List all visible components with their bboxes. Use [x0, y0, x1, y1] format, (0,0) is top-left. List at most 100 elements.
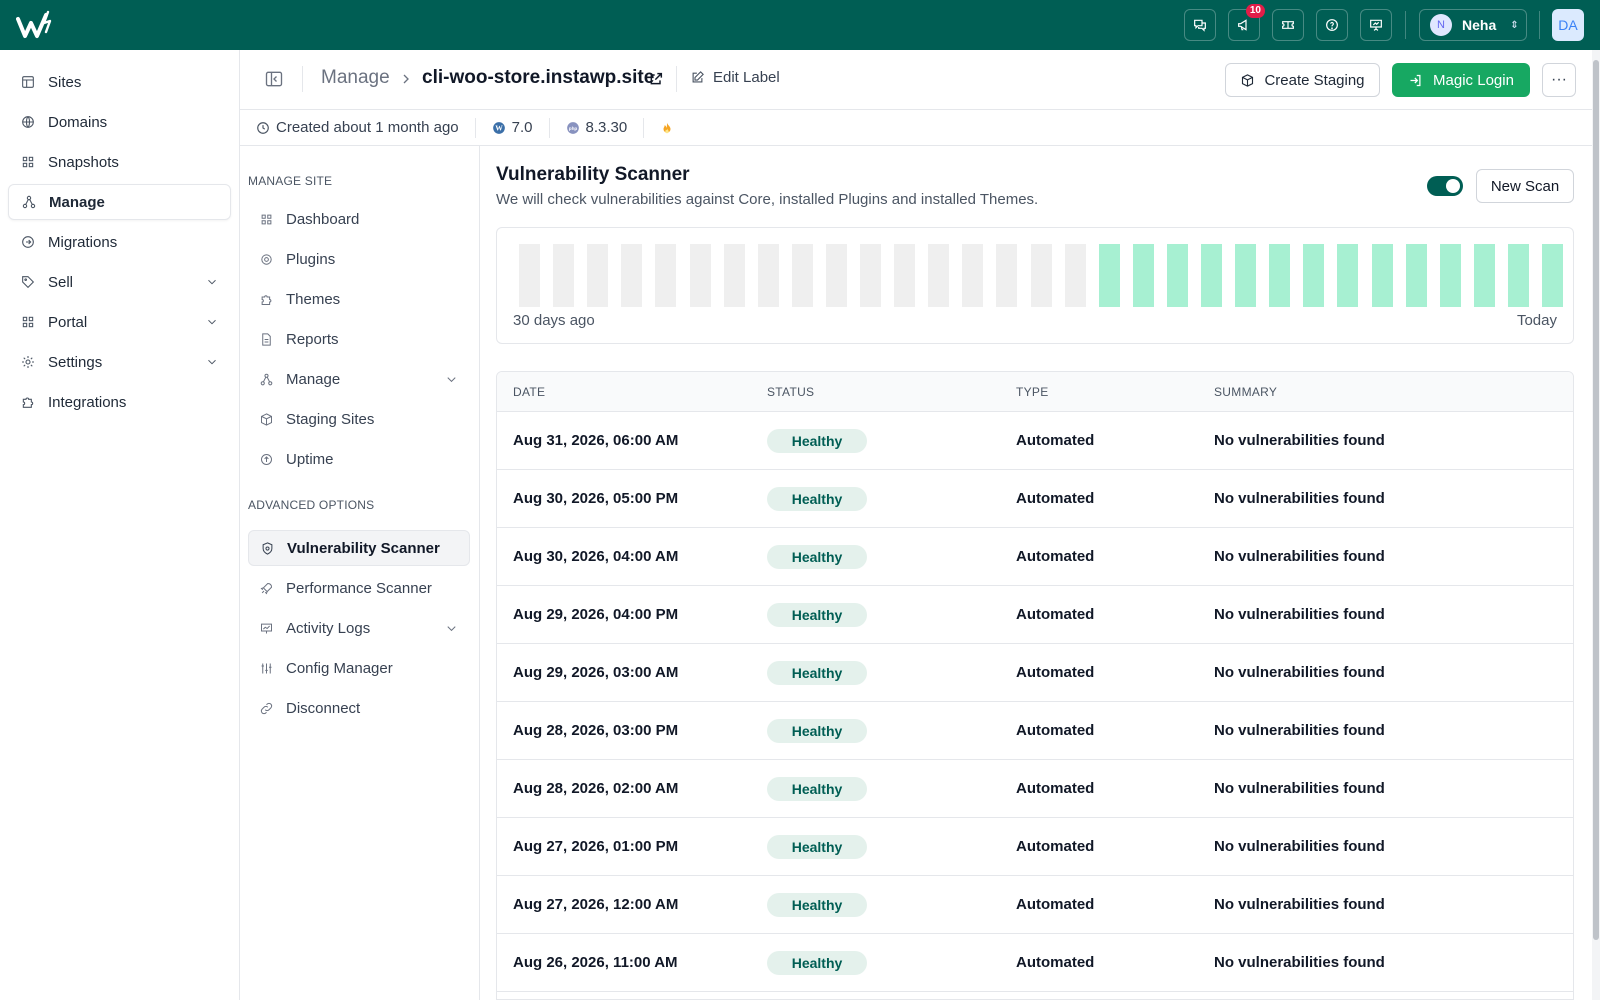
- auto-scan-toggle[interactable]: [1427, 176, 1463, 196]
- chevron-down-icon: [447, 625, 456, 631]
- column-header-summary[interactable]: SUMMARY: [1214, 385, 1573, 399]
- history-day-bar[interactable]: [1098, 244, 1120, 307]
- table-row[interactable]: Aug 30, 2026, 04:00 AM Healthy Automated No…: [497, 528, 1573, 586]
- sidebar-item-manage[interactable]: Manage: [8, 184, 231, 220]
- subnav-item-themes[interactable]: Themes: [248, 281, 470, 317]
- column-header-type[interactable]: TYPE: [1016, 385, 1214, 399]
- sidebar-toggle-icon[interactable]: [264, 69, 284, 89]
- history-day-bar[interactable]: [519, 244, 540, 307]
- history-day-bar[interactable]: [1064, 244, 1086, 307]
- history-day-bar[interactable]: [1405, 244, 1427, 307]
- history-day-bar[interactable]: [860, 244, 881, 307]
- create-staging-button[interactable]: Create Staging: [1225, 63, 1380, 97]
- history-end-label: Today: [1516, 312, 1557, 329]
- sidebar-item-portal[interactable]: Portal: [8, 304, 231, 340]
- presentation-icon[interactable]: [1360, 9, 1392, 41]
- instawp-logo[interactable]: [16, 9, 56, 41]
- subnav-item-dashboard[interactable]: Dashboard: [248, 201, 470, 237]
- subnav-item-plugins[interactable]: Plugins: [248, 241, 470, 277]
- cell-summary: No vulnerabilities found: [1214, 606, 1385, 623]
- user-switcher[interactable]: N Neha ⇕: [1419, 9, 1527, 41]
- subnav-item-manage[interactable]: Manage: [248, 361, 470, 397]
- table-row[interactable]: Aug 31, 2026, 06:00 AM Healthy Automated No…: [497, 412, 1573, 470]
- history-day-bar[interactable]: [791, 244, 813, 307]
- more-options-button[interactable]: ···: [1542, 63, 1576, 97]
- subnav-item-config-manager[interactable]: Config Manager: [248, 650, 470, 686]
- history-day-bar[interactable]: [655, 244, 677, 307]
- history-day-bar[interactable]: [1201, 244, 1222, 307]
- table-row[interactable]: Aug 27, 2026, 12:00 AM Healthy Automated No…: [497, 876, 1573, 934]
- page-scrollbar[interactable]: [1592, 50, 1600, 1000]
- magic-login-button[interactable]: Magic Login: [1392, 63, 1530, 97]
- history-day-bar[interactable]: [587, 244, 609, 307]
- help-icon[interactable]: [1316, 9, 1348, 41]
- subnav-item-activity-logs[interactable]: Activity Logs: [248, 610, 470, 646]
- history-day-bar[interactable]: [1166, 244, 1188, 307]
- subnav-item-performance-scanner[interactable]: Performance Scanner: [248, 570, 470, 606]
- history-day-bar[interactable]: [1303, 244, 1325, 307]
- history-day-bar[interactable]: [757, 244, 779, 307]
- grid-icon: [261, 214, 272, 224]
- history-day-bar[interactable]: [962, 244, 984, 307]
- history-day-bar[interactable]: [1371, 244, 1393, 307]
- new-scan-button[interactable]: New Scan: [1476, 169, 1574, 203]
- history-day-bar[interactable]: [894, 244, 916, 307]
- subnav-item-staging-sites[interactable]: Staging Sites: [248, 401, 470, 437]
- column-header-date[interactable]: DATE: [497, 385, 767, 399]
- table-row[interactable]: Aug 30, 2026, 05:00 PM Healthy Automated No…: [497, 470, 1573, 528]
- history-day-bar[interactable]: [928, 244, 950, 307]
- scrollbar-thumb[interactable]: [1593, 60, 1599, 940]
- history-day-bar[interactable]: [1473, 244, 1495, 307]
- history-day-bar[interactable]: [1235, 244, 1257, 307]
- history-day-bar[interactable]: [1269, 244, 1291, 307]
- edit-label-button[interactable]: Edit Label: [690, 69, 780, 86]
- history-day-bar[interactable]: [1439, 244, 1461, 307]
- chat-icon[interactable]: [1184, 9, 1216, 41]
- table-row[interactable]: Aug 29, 2026, 03:00 AM Healthy Automated No…: [497, 644, 1573, 702]
- cell-date: Aug 30, 2026, 04:00 AM: [513, 548, 679, 565]
- history-day-bar[interactable]: [1337, 244, 1359, 307]
- subnav-item-disconnect[interactable]: Disconnect: [248, 690, 470, 726]
- sidebar-item-snapshots[interactable]: Snapshots: [8, 144, 231, 180]
- history-day-bar[interactable]: [723, 244, 745, 307]
- sidebar-item-integrations[interactable]: Integrations: [8, 384, 231, 420]
- sidebar-item-label: Migrations: [48, 233, 118, 251]
- notification-badge: 10: [1245, 4, 1265, 18]
- subnav-item-reports[interactable]: Reports: [248, 321, 470, 357]
- history-day-bar[interactable]: [1030, 244, 1052, 307]
- history-day-bar[interactable]: [1132, 244, 1154, 307]
- sidebar-item-settings[interactable]: Settings: [8, 344, 231, 380]
- cell-summary: No vulnerabilities found: [1214, 664, 1385, 681]
- sidebar-item-migrations[interactable]: Migrations: [8, 224, 231, 260]
- history-day-bar[interactable]: [1542, 244, 1563, 307]
- table-row[interactable]: Aug 26, 2026, 11:00 AM Healthy Automated No…: [497, 934, 1573, 992]
- subnav-item-vulnerability-scanner[interactable]: Vulnerability Scanner: [248, 530, 470, 566]
- table-row[interactable]: Aug 27, 2026, 01:00 PM Healthy Automated No…: [497, 818, 1573, 876]
- history-day-bar[interactable]: [1507, 244, 1529, 307]
- sidebar-item-label: Sell: [48, 273, 74, 291]
- cell-type: Automated: [1016, 838, 1095, 855]
- external-link-icon[interactable]: [648, 71, 664, 87]
- account-avatar[interactable]: DA: [1552, 9, 1584, 41]
- grid-icon: [22, 316, 34, 328]
- cell-type: Automated: [1016, 432, 1095, 449]
- cell-summary: No vulnerabilities found: [1214, 896, 1385, 913]
- breadcrumb-manage[interactable]: Manage: [321, 67, 390, 89]
- history-day-bar[interactable]: [553, 244, 575, 307]
- history-day-bar[interactable]: [689, 244, 711, 307]
- history-day-bar[interactable]: [996, 244, 1018, 307]
- history-day-bar[interactable]: [825, 244, 847, 307]
- flame-status[interactable]: [660, 121, 674, 135]
- sidebar-item-sell[interactable]: Sell: [8, 264, 231, 300]
- table-row[interactable]: Aug 28, 2026, 03:00 PM Healthy Automated No…: [497, 702, 1573, 760]
- table-row[interactable]: Aug 28, 2026, 02:00 AM Healthy Automated No…: [497, 760, 1573, 818]
- table-row[interactable]: Aug 29, 2026, 04:00 PM Healthy Automated No…: [497, 586, 1573, 644]
- sidebar-item-sites[interactable]: Sites: [8, 64, 231, 100]
- column-header-status[interactable]: STATUS: [767, 385, 1016, 399]
- sidebar-item-domains[interactable]: Domains: [8, 104, 231, 140]
- subnav-item-uptime[interactable]: Uptime: [248, 441, 470, 477]
- history-day-bar[interactable]: [621, 244, 643, 307]
- ticket-icon[interactable]: [1272, 9, 1304, 41]
- php-version-text: 8.3.30: [585, 119, 628, 136]
- announcement-icon[interactable]: 10: [1228, 4, 1265, 41]
